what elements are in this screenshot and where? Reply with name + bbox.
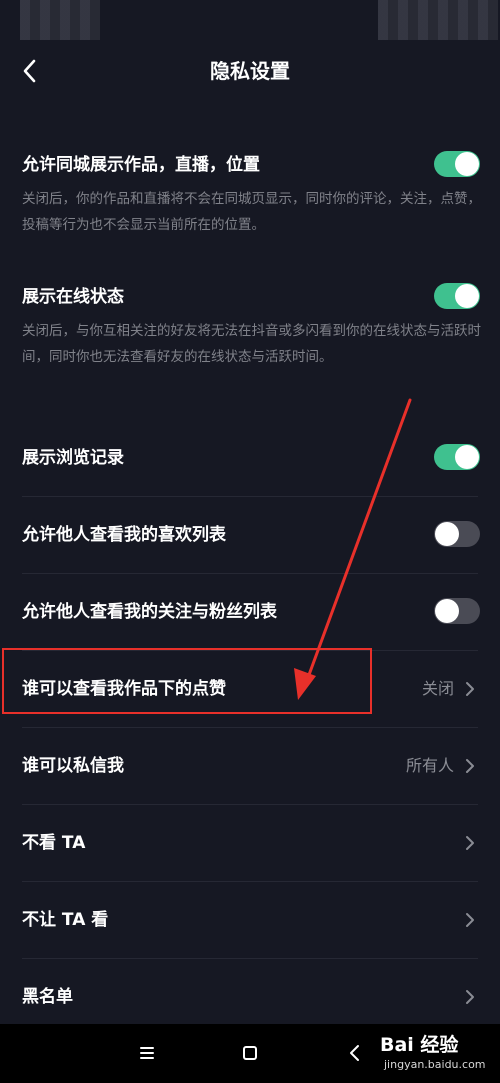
setting-title: 黑名单 — [22, 987, 73, 1007]
setting-title: 允许同城展示作品，直播，位置 — [22, 155, 260, 175]
setting-row-online-status[interactable]: 展示在线状态 关闭后，与你互相关注的好友将无法在抖音或多闪看到你的在线状态与活跃… — [0, 272, 500, 402]
chevron-right-icon — [464, 985, 478, 1009]
toggle-knob — [455, 152, 479, 176]
chevron-right-icon — [464, 908, 478, 932]
watermark-url: jingyan.baidu.com — [384, 1058, 486, 1071]
setting-title: 展示在线状态 — [22, 287, 124, 307]
toggle-knob — [435, 599, 459, 623]
annotation-highlight-box — [2, 648, 372, 714]
setting-row-follow-list[interactable]: 允许他人查看我的关注与粉丝列表 — [0, 574, 500, 650]
baidu-jingyan-watermark: Bai 经验 jingyan.baidu.com — [380, 1028, 498, 1080]
home-square-icon[interactable] — [235, 1038, 265, 1068]
setting-title: 展示浏览记录 — [22, 448, 124, 468]
toggle-knob — [435, 522, 459, 546]
page-title: 隐私设置 — [210, 59, 290, 83]
setting-value: 关闭 — [421, 679, 454, 698]
nearby-toggle[interactable] — [434, 151, 480, 177]
setting-title: 不看 TA — [22, 833, 86, 853]
chevron-right-icon — [464, 754, 478, 778]
setting-row-likes-list[interactable]: 允许他人查看我的喜欢列表 — [0, 497, 500, 573]
follow-list-toggle[interactable] — [434, 598, 480, 624]
status-bar — [0, 0, 500, 44]
likes-list-toggle[interactable] — [434, 521, 480, 547]
setting-title: 允许他人查看我的关注与粉丝列表 — [22, 602, 277, 622]
watermark-logo: Bai 经验 — [380, 1034, 459, 1056]
setting-description: 关闭后，与你互相关注的好友将无法在抖音或多闪看到你的在线状态与活跃时间，同时你也… — [22, 323, 481, 365]
setting-row-hide-their-posts[interactable]: 不看 TA — [0, 805, 500, 881]
setting-row-who-can-message[interactable]: 谁可以私信我 所有人 — [0, 728, 500, 804]
status-bar-blurred-left — [20, 0, 100, 40]
header: 隐私设置 — [0, 44, 500, 100]
setting-title: 不让 TA 看 — [22, 910, 109, 930]
status-bar-blurred-right — [378, 0, 498, 40]
setting-description: 关闭后，你的作品和直播将不会在同城页显示，同时你的评论，关注，点赞，投稿等行为也… — [22, 191, 481, 233]
setting-title: 谁可以私信我 — [22, 756, 124, 776]
online-status-toggle[interactable] — [434, 283, 480, 309]
toggle-knob — [455, 284, 479, 308]
setting-row-hide-my-posts[interactable]: 不让 TA 看 — [0, 882, 500, 958]
setting-row-blacklist[interactable]: 黑名单 — [0, 959, 500, 1025]
setting-row-browse-history[interactable]: 展示浏览记录 — [0, 420, 500, 496]
back-triangle-icon[interactable] — [340, 1038, 370, 1068]
setting-title: 允许他人查看我的喜欢列表 — [22, 525, 226, 545]
chevron-right-icon — [464, 831, 478, 855]
setting-value: 所有人 — [405, 756, 454, 775]
browse-history-toggle[interactable] — [434, 444, 480, 470]
menu-icon[interactable] — [132, 1038, 162, 1068]
toggle-knob — [455, 445, 479, 469]
chevron-right-icon — [464, 677, 478, 701]
setting-row-nearby[interactable]: 允许同城展示作品，直播，位置 关闭后，你的作品和直播将不会在同城页显示，同时你的… — [0, 140, 500, 250]
